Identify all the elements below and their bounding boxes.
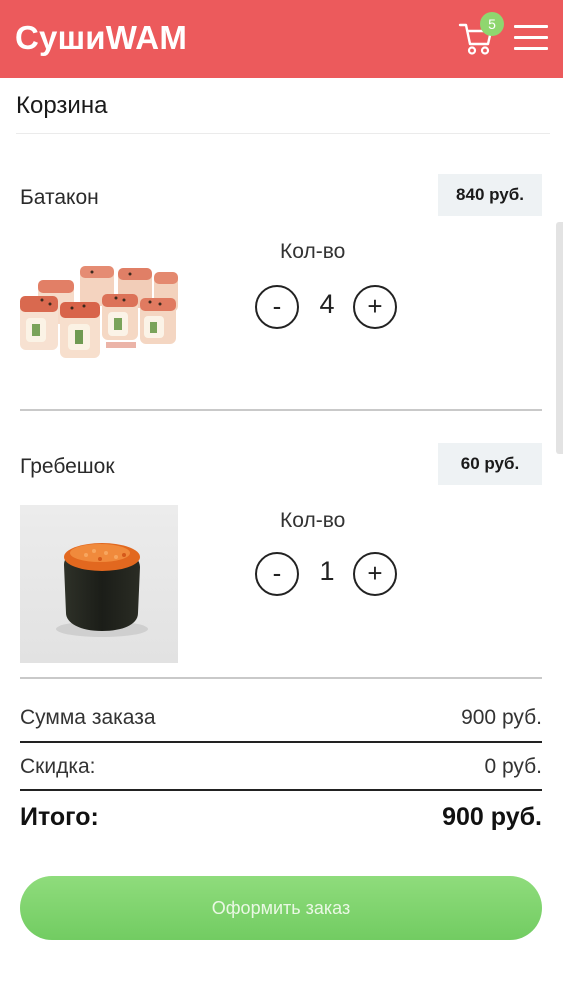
sushi-gunkan-image [20, 505, 178, 663]
quantity-label: Кол-во [280, 509, 346, 532]
brand-logo[interactable]: СушиWAM [15, 19, 187, 57]
cart-button[interactable]: 5 [458, 12, 504, 60]
cart-page: СушиWAM 5 Корзина Батакон 840 руб. Кол-в… [0, 0, 563, 1000]
quantity-value: 1 [319, 556, 335, 586]
hamburger-menu-icon-line [514, 47, 548, 50]
item-divider [20, 677, 542, 679]
subtotal-value: 900 руб. [461, 706, 542, 729]
increase-quantity-button[interactable]: + [353, 552, 397, 596]
total-row: Итого: 900 руб. [20, 803, 542, 833]
checkout-button[interactable]: Оформить заказ [20, 876, 542, 940]
scrollbar[interactable] [556, 222, 563, 454]
total-value: 900 руб. [442, 803, 542, 831]
hamburger-menu-icon-line [514, 36, 548, 39]
page-title: Корзина [16, 92, 108, 119]
item-image-gunkan [20, 505, 178, 663]
quantity-value: 4 [319, 289, 335, 319]
decrease-quantity-button[interactable]: - [255, 552, 299, 596]
item-image-roll [20, 238, 178, 396]
summary-divider [20, 789, 542, 791]
item-name: Батакон [20, 186, 99, 209]
cart-count-badge: 5 [480, 12, 504, 36]
quantity-label: Кол-во [280, 240, 346, 263]
total-label: Итого: [20, 803, 99, 831]
discount-row: Скидка: 0 руб. [20, 755, 542, 785]
discount-value: 0 руб. [484, 755, 542, 778]
item-price-badge: 840 руб. [438, 174, 542, 216]
cart-item: Гребешок 60 руб. Кол-во - 1 + [20, 443, 542, 673]
item-price-badge: 60 руб. [438, 443, 542, 485]
subtotal-label: Сумма заказа [20, 706, 156, 729]
increase-quantity-button[interactable]: + [353, 285, 397, 329]
sushi-roll-image [20, 238, 178, 396]
summary-divider [20, 741, 542, 743]
subtotal-row: Сумма заказа 900 руб. [20, 706, 542, 736]
item-name: Гребешок [20, 455, 115, 478]
menu-button[interactable] [514, 22, 548, 54]
divider [16, 133, 550, 134]
discount-label: Скидка: [20, 755, 96, 778]
cart-item: Батакон 840 руб. Кол-во - 4 + [20, 174, 542, 404]
decrease-quantity-button[interactable]: - [255, 285, 299, 329]
item-divider [20, 409, 542, 411]
app-header: СушиWAM 5 [0, 0, 563, 78]
hamburger-menu-icon [514, 25, 548, 28]
